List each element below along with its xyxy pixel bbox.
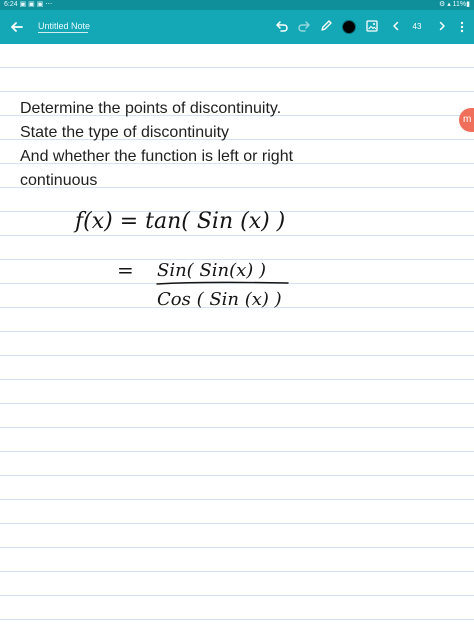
chevron-right-icon[interactable] (436, 20, 448, 32)
handwritten-denominator: Cos ( Sin (x) ) (157, 289, 282, 310)
prompt-line-2: State the type of discontinuity (20, 124, 230, 141)
pen-color-swatch[interactable] (342, 20, 356, 34)
more-vertical-icon[interactable] (458, 19, 466, 35)
prompt-line-4: continuous (20, 172, 98, 189)
battery-status: ⚙ ▴ 11%▮ (438, 1, 470, 8)
handwritten-equation[interactable]: f(x) = tan( Sin (x) ) = Sin( Sin(x) ) Co… (73, 202, 315, 322)
prompt-line-3: And whether the function is left or righ… (20, 148, 294, 165)
arrow-left-icon[interactable] (8, 18, 26, 36)
redo-icon[interactable] (296, 19, 312, 35)
typed-prompt[interactable]: Determine the points of discontinuity. S… (20, 97, 440, 193)
side-tool-tab[interactable]: m (459, 108, 474, 132)
page-number[interactable]: 43 (408, 22, 426, 32)
undo-icon[interactable] (274, 19, 290, 35)
prompt-line-1: Determine the points of discontinuity. (20, 100, 282, 117)
pen-icon[interactable] (319, 19, 333, 33)
handwritten-equals: = (117, 258, 134, 282)
side-tab-icon: m (463, 114, 472, 125)
chevron-left-icon[interactable] (390, 20, 402, 32)
status-notification-icons: ▣ ▣ ▣ ⋯ (19, 1, 53, 8)
note-canvas[interactable]: Determine the points of discontinuity. S… (0, 44, 474, 632)
handwritten-numerator: Sin( Sin(x) ) (157, 260, 266, 281)
handwritten-function: f(x) = tan( Sin (x) ) (73, 209, 285, 234)
app-bar: Untitled Note 43 (0, 10, 474, 44)
status-time: 6:24 (4, 1, 18, 8)
status-bar: 6:24 ▣ ▣ ▣ ⋯ ⚙ ▴ 11%▮ (0, 0, 474, 10)
status-left: 6:24 ▣ ▣ ▣ ⋯ (4, 0, 52, 10)
image-icon[interactable] (365, 19, 379, 33)
note-title[interactable]: Untitled Note (38, 20, 90, 33)
fraction-bar (156, 281, 289, 285)
